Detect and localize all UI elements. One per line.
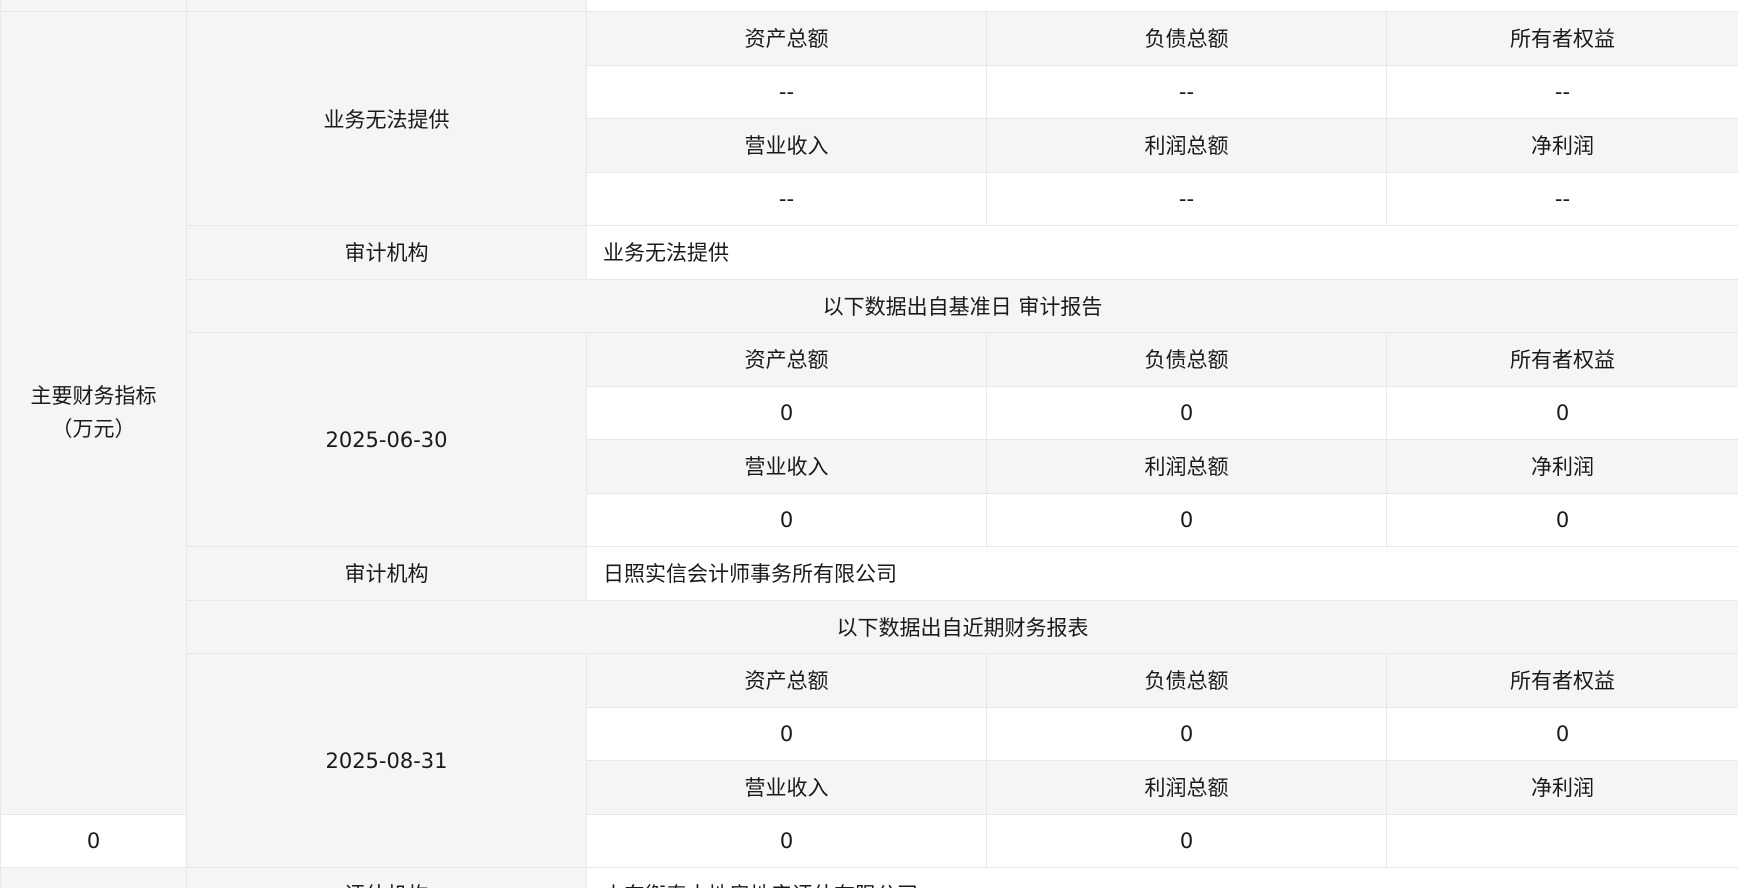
block3-val-total-assets: 0 [586, 706, 987, 761]
block1-auditor-row: 审计机构 业务无法提供 [1, 225, 1738, 280]
block2-row1: 2025-06-30 资产总额 负债总额 所有者权益 [1, 332, 1738, 547]
block1-val-total-liabilities: -- [986, 64, 1387, 119]
block2-col-owners-equity: 所有者权益 [1385, 332, 1738, 387]
block3-val-owners-equity: 0 [1385, 706, 1738, 761]
block3-col-owners-equity: 所有者权益 [1385, 653, 1738, 708]
block1-col-net-profit: 净利润 [1385, 118, 1738, 173]
block3-note: 以下数据出自近期财务报表 [185, 599, 1738, 654]
block3-col-total-assets: 资产总额 [586, 653, 987, 708]
block3-col-net-profit: 净利润 [1385, 760, 1738, 815]
block2-col-total-assets: 资产总额 [586, 332, 987, 387]
block1-row1: 主要财务指标 （万元） 业务无法提供 资产总额 负债总额 所有者权益 [0, 11, 1738, 815]
block1-val-total-profit: -- [986, 171, 1387, 226]
block1-auditor-value: 业务无法提供 [585, 225, 1738, 280]
financial-indicators-page: 主要财务指标 （万元） 业务无法提供 资产总额 负债总额 所有者权益 -- --… [0, 0, 1738, 888]
block1-auditor-label: 审计机构 [186, 225, 587, 280]
block1-val-net-profit: -- [1385, 171, 1738, 226]
block1-title: 业务无法提供 [186, 11, 587, 226]
block1-val-owners-equity: -- [1385, 64, 1738, 119]
bottom-partial-cell [0, 867, 187, 888]
top-partial-cell-1 [0, 0, 187, 12]
block3-val-revenue: 0 [0, 813, 187, 868]
block2-note-row: 以下数据出自基准日 审计报告 [1, 278, 1738, 333]
section-label-cell: 主要财务指标 （万元） [0, 11, 187, 815]
block3-title: 2025-08-31 [186, 653, 587, 868]
financial-table: 主要财务指标 （万元） 业务无法提供 资产总额 负债总额 所有者权益 -- --… [0, 0, 1738, 888]
block1-val-total-assets: -- [586, 64, 987, 119]
block2-note: 以下数据出自基准日 审计报告 [185, 278, 1738, 333]
block3-val-total-profit: 0 [586, 813, 987, 868]
block1-val-revenue: -- [586, 171, 987, 226]
block3-row1: 2025-08-31 资产总额 负债总额 所有者权益 [1, 653, 1738, 868]
block3-note-row: 以下数据出自近期财务报表 [1, 599, 1738, 654]
block2-val-net-profit: 0 [1385, 492, 1738, 547]
block1-col-total-liabilities: 负债总额 [986, 11, 1387, 66]
top-partial-cell-3 [585, 0, 1738, 12]
block2-col-net-profit: 净利润 [1385, 439, 1738, 494]
block3-val-net-profit: 0 [986, 813, 1387, 868]
block2-val-total-assets: 0 [586, 385, 987, 440]
block2-title: 2025-06-30 [186, 332, 587, 547]
block1-col-revenue: 营业收入 [586, 118, 987, 173]
section-label-line1: 主要财务指标 [30, 384, 157, 409]
block3-col-revenue: 营业收入 [586, 760, 987, 815]
block2-val-total-liabilities: 0 [986, 385, 1387, 440]
bottom-partial-row: 评估机构 山东衡泰土地房地产评估有限公司 [0, 867, 1738, 888]
top-partial-cell-2 [186, 0, 587, 12]
section-label-line2: （万元） [51, 416, 136, 441]
block2-val-total-profit: 0 [986, 492, 1387, 547]
evaluator-value: 山东衡泰土地房地产评估有限公司 [585, 867, 1738, 888]
block3-val-total-liabilities: 0 [986, 706, 1387, 761]
block2-col-total-profit: 利润总额 [986, 439, 1387, 494]
block2-auditor-label: 审计机构 [186, 546, 587, 601]
block2-auditor-row: 审计机构 日照实信会计师事务所有限公司 [1, 546, 1738, 601]
block2-val-owners-equity: 0 [1385, 385, 1738, 440]
block2-col-revenue: 营业收入 [586, 439, 987, 494]
top-partial-row [0, 0, 1738, 12]
block1-col-total-assets: 资产总额 [586, 11, 987, 66]
evaluator-label: 评估机构 [186, 867, 587, 888]
block2-val-revenue: 0 [586, 492, 987, 547]
block1-col-total-profit: 利润总额 [986, 118, 1387, 173]
block3-col-total-profit: 利润总额 [986, 760, 1387, 815]
block2-col-total-liabilities: 负债总额 [986, 332, 1387, 387]
block3-col-total-liabilities: 负债总额 [986, 653, 1387, 708]
block2-auditor-value: 日照实信会计师事务所有限公司 [585, 546, 1738, 601]
block1-col-owners-equity: 所有者权益 [1385, 11, 1738, 66]
